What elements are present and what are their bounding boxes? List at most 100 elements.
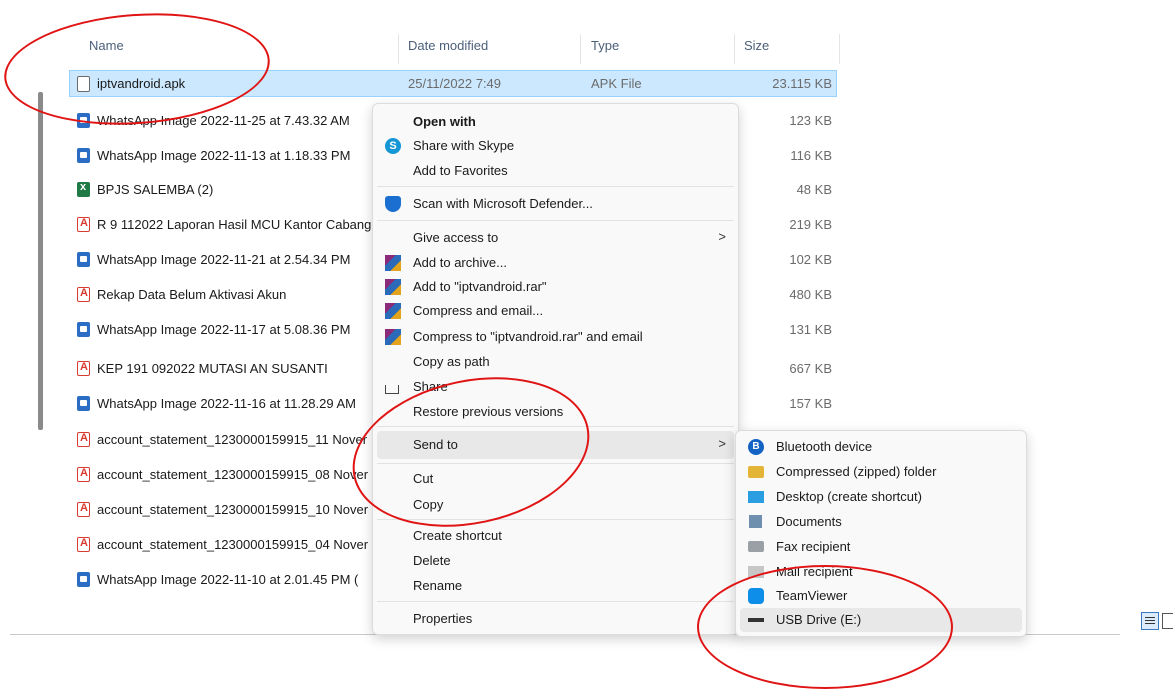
pdf-file-icon [77, 287, 90, 302]
documents-icon [749, 515, 762, 528]
zip-folder-icon [748, 466, 764, 478]
file-size: 131 KB [789, 322, 832, 337]
menu-item-label: Compress and email... [413, 303, 544, 318]
image-file-icon [77, 572, 90, 587]
submenu-item-label: Compressed (zipped) folder [776, 464, 937, 479]
fax-icon [748, 541, 764, 552]
menu-item-create-shortcut[interactable]: Create shortcut [373, 524, 738, 548]
skype-icon: S [385, 138, 401, 154]
file-size: 667 KB [789, 361, 832, 376]
vertical-scrollbar[interactable] [38, 92, 43, 430]
share-icon [385, 385, 399, 394]
column-divider[interactable] [580, 34, 581, 64]
file-size: 480 KB [789, 287, 832, 302]
menu-item-label: Copy as path [413, 354, 490, 369]
menu-item-give-access[interactable]: Give access to > [373, 226, 738, 250]
winrar-icon [385, 255, 401, 271]
column-divider[interactable] [839, 34, 840, 64]
menu-item-rename[interactable]: Rename [373, 574, 738, 598]
menu-item-label: Add to archive... [413, 255, 507, 270]
chevron-right-icon: > [718, 436, 726, 451]
menu-item-label: Create shortcut [413, 528, 502, 543]
menu-item-label: Properties [413, 611, 473, 626]
file-name: WhatsApp Image 2022-11-16 at 11.28.29 AM [97, 396, 356, 411]
file-name: WhatsApp Image 2022-11-17 at 5.08.36 PM [97, 322, 351, 337]
submenu-item-label: Desktop (create shortcut) [776, 489, 922, 504]
image-file-icon [77, 322, 90, 337]
menu-item-label: Add to Favorites [413, 163, 508, 178]
file-name: R 9 112022 Laporan Hasil MCU Kantor Caba… [97, 217, 372, 232]
bluetooth-icon: B [748, 439, 764, 455]
column-header-type[interactable]: Type [591, 38, 619, 53]
file-size: 123 KB [789, 113, 832, 128]
menu-item-label: Share with Skype [413, 138, 515, 153]
thumbnail-view-button[interactable] [1162, 613, 1173, 629]
menu-item-scan-defender[interactable]: Scan with Microsoft Defender... [373, 192, 738, 216]
annotation-ellipse-usb-drive [697, 565, 953, 689]
file-name: account_statement_1230000159915_04 Nover [97, 537, 369, 552]
file-size: 219 KB [789, 217, 832, 232]
winrar-icon [385, 303, 401, 319]
column-divider[interactable] [398, 34, 399, 64]
pdf-file-icon [77, 217, 90, 232]
send-to-documents[interactable]: Documents [736, 510, 1026, 534]
menu-item-compress-rar-email[interactable]: Compress to "iptvandroid.rar" and email [373, 325, 738, 349]
chevron-right-icon: > [718, 229, 726, 244]
file-date: 25/11/2022 7:49 [408, 76, 502, 91]
pdf-file-icon [77, 537, 90, 552]
column-header-date[interactable]: Date modified [408, 38, 488, 53]
pdf-file-icon [77, 502, 90, 517]
pdf-file-icon [77, 432, 90, 447]
defender-shield-icon [385, 196, 401, 212]
menu-item-open-with[interactable]: Open with [373, 110, 738, 134]
menu-item-label: Delete [413, 553, 451, 568]
file-name: WhatsApp Image 2022-11-21 at 2.54.34 PM [97, 252, 351, 267]
submenu-item-label: Fax recipient [776, 539, 851, 554]
menu-item-properties[interactable]: Properties [373, 607, 738, 631]
details-view-button[interactable] [1141, 612, 1159, 630]
menu-item-share-skype[interactable]: S Share with Skype [373, 134, 738, 158]
menu-item-compress-email[interactable]: Compress and email... [373, 299, 738, 323]
file-size: 102 KB [789, 252, 832, 267]
image-file-icon [77, 252, 90, 267]
file-size: 116 KB [790, 148, 832, 163]
menu-item-label: Add to "iptvandroid.rar" [413, 279, 547, 294]
context-menu: Open with S Share with Skype Add to Favo… [372, 103, 739, 635]
file-size: 157 KB [789, 396, 832, 411]
column-divider[interactable] [734, 34, 735, 64]
menu-item-label: Open with [413, 114, 476, 129]
menu-item-delete[interactable]: Delete [373, 549, 738, 573]
image-file-icon [77, 396, 90, 411]
file-name: account_statement_1230000159915_08 Nover [97, 467, 369, 482]
submenu-item-label: Bluetooth device [776, 439, 873, 454]
menu-item-label: Scan with Microsoft Defender... [413, 196, 593, 211]
menu-separator [377, 220, 734, 221]
send-to-fax[interactable]: Fax recipient [736, 535, 1026, 559]
menu-item-add-archive[interactable]: Add to archive... [373, 251, 738, 275]
excel-file-icon [77, 181, 90, 197]
menu-separator [377, 186, 734, 187]
image-file-icon [77, 148, 90, 163]
file-name: WhatsApp Image 2022-11-10 at 2.01.45 PM … [97, 572, 359, 587]
file-type: APK File [591, 76, 642, 91]
menu-item-add-favorites[interactable]: Add to Favorites [373, 159, 738, 183]
file-size: 23.115 KB [772, 76, 832, 91]
send-to-desktop[interactable]: Desktop (create shortcut) [736, 485, 1026, 509]
pdf-file-icon [77, 361, 90, 376]
file-name: KEP 191 092022 MUTASI AN SUSANTI [97, 361, 328, 376]
desktop-icon [748, 491, 764, 503]
send-to-zip[interactable]: Compressed (zipped) folder [736, 460, 1026, 484]
file-name: account_statement_1230000159915_11 Nover [97, 432, 368, 447]
column-header-size[interactable]: Size [744, 38, 769, 53]
winrar-icon [385, 279, 401, 295]
submenu-item-label: Documents [776, 514, 842, 529]
winrar-icon [385, 329, 401, 345]
file-name: Rekap Data Belum Aktivasi Akun [97, 287, 287, 302]
send-to-bluetooth[interactable]: B Bluetooth device [736, 435, 1026, 459]
file-name: WhatsApp Image 2022-11-13 at 1.18.33 PM [97, 148, 351, 163]
file-name: BPJS SALEMBA (2) [97, 182, 214, 197]
pdf-file-icon [77, 467, 90, 482]
menu-item-label: Give access to [413, 230, 499, 245]
menu-item-copy-path[interactable]: Copy as path [373, 350, 738, 374]
menu-item-add-rar[interactable]: Add to "iptvandroid.rar" [373, 275, 738, 299]
